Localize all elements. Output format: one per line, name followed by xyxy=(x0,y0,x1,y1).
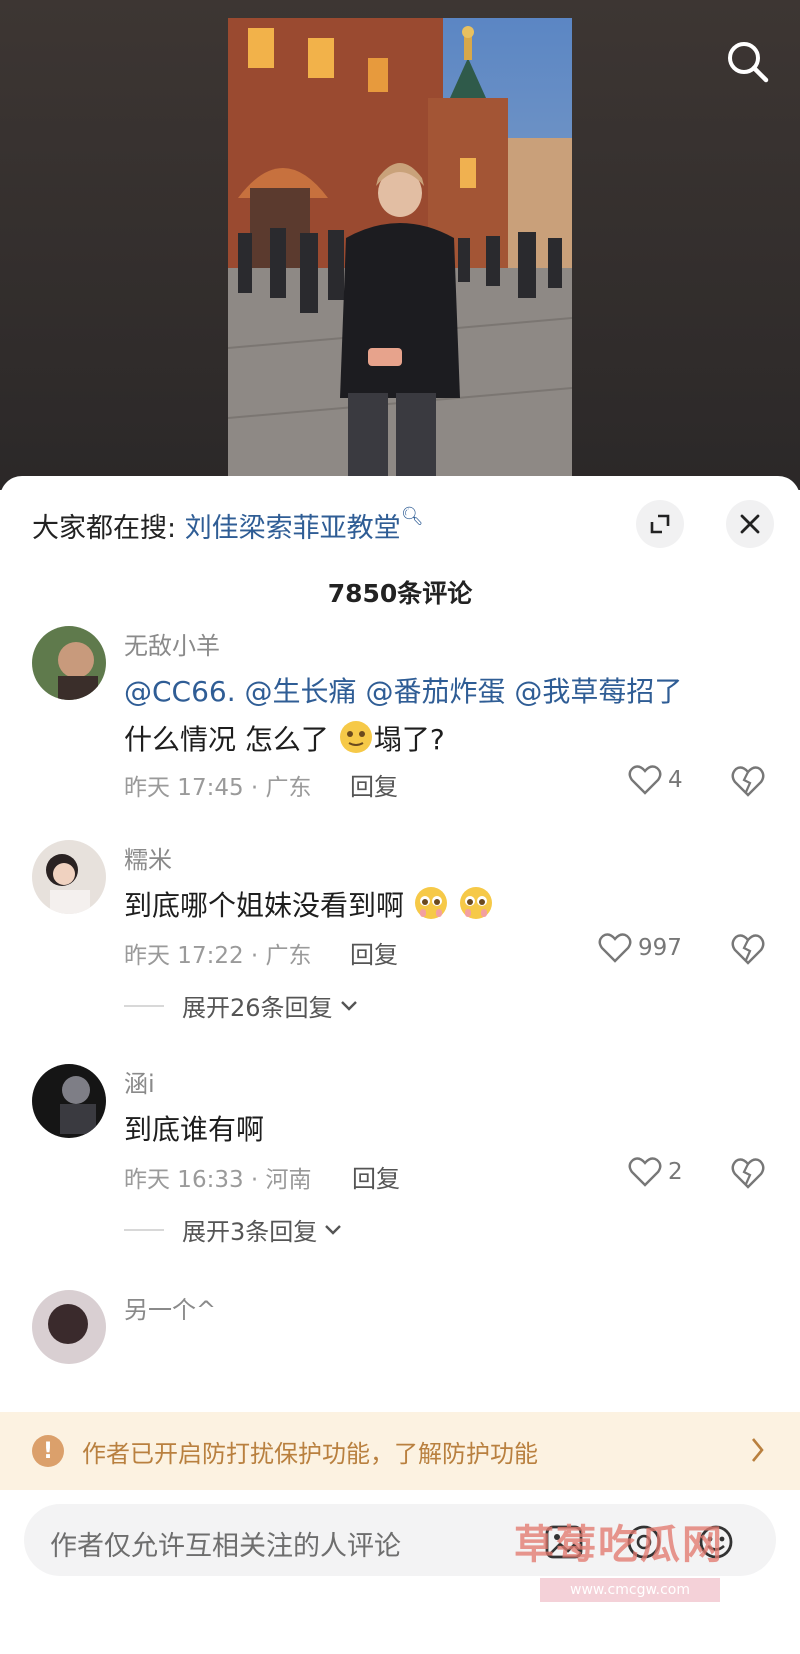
comment-text-tail: 塌了? xyxy=(373,723,445,756)
pleading-face-emoji-icon xyxy=(414,887,447,919)
comment-count: 7850条评论 xyxy=(327,579,473,608)
heart-icon xyxy=(598,933,632,963)
comment-text-main: 到底哪个姐妹没看到啊 xyxy=(124,889,405,922)
avatar-image xyxy=(32,840,106,914)
expand-replies-button[interactable]: 展开26条回复 xyxy=(124,988,359,1023)
comment-text-main: 什么情况 怎么了 xyxy=(124,723,329,756)
close-sheet-button[interactable] xyxy=(726,500,774,548)
pleading-face-emoji-icon xyxy=(459,887,492,919)
site-watermark-url: www.cmcgw.com xyxy=(540,1578,720,1602)
emoji-picker-icon[interactable] xyxy=(696,1524,736,1560)
hot-search-prefix: 大家都在搜: xyxy=(32,513,185,544)
comment-username[interactable]: 另一个^ xyxy=(124,1290,216,1325)
comment-text: 到底谁有啊 xyxy=(124,1113,265,1146)
comment-meta: 昨天 16:33 · 河南 xyxy=(124,1167,312,1193)
chevron-down-icon xyxy=(325,1224,342,1235)
comment-username[interactable]: 无敌小羊 xyxy=(124,626,220,661)
reply-button[interactable]: 回复 xyxy=(350,935,398,970)
chevron-right-icon xyxy=(751,1438,764,1462)
comment-text: 什么情况 怎么了 塌了? xyxy=(124,718,445,758)
input-placeholder: 作者仅允许互相关注的人评论 xyxy=(50,1531,401,1562)
video-background xyxy=(0,0,800,490)
avatar-image xyxy=(32,1064,106,1138)
cathedral-photo-illustration xyxy=(228,18,572,478)
expand-replies-label: 展开26条回复 xyxy=(182,994,333,1022)
reply-button[interactable]: 回复 xyxy=(350,767,398,802)
mention-link[interactable]: @番茄炸蛋 xyxy=(365,675,505,708)
heart-icon xyxy=(628,1157,662,1187)
hot-search-link[interactable]: 刘佳梁索菲亚教堂 xyxy=(185,513,401,544)
comment-username[interactable]: 糯米 xyxy=(124,840,172,875)
mention-link[interactable]: @生长痛 xyxy=(245,675,357,708)
broken-heart-icon[interactable] xyxy=(730,1156,766,1190)
avatar[interactable] xyxy=(32,840,106,914)
expand-icon xyxy=(650,514,670,534)
image-icon[interactable] xyxy=(544,1524,584,1560)
divider-dash xyxy=(124,1228,164,1231)
comment-text: 到底哪个姐妹没看到啊 xyxy=(124,884,494,924)
like-button[interactable]: 2 xyxy=(628,1156,683,1188)
comment-meta: 昨天 17:45 · 广东 xyxy=(124,775,312,801)
dizzy-face-emoji-icon xyxy=(339,721,372,753)
comment-username[interactable]: 涵i xyxy=(124,1064,155,1099)
avatar-image xyxy=(32,626,106,700)
avatar-image xyxy=(32,1290,106,1364)
divider-dash xyxy=(124,1004,164,1007)
protection-banner[interactable]: ! 作者已开启防打扰保护功能，了解防护功能 xyxy=(0,1412,800,1490)
expand-replies-button[interactable]: 展开3条回复 xyxy=(124,1212,343,1247)
like-button[interactable]: 4 xyxy=(628,764,683,796)
expand-sheet-button[interactable] xyxy=(636,500,684,548)
comment-mentions: @CC66. @生长痛 @番茄炸蛋 @我草莓招了 xyxy=(124,670,682,710)
info-icon: ! xyxy=(32,1435,64,1467)
search-button[interactable] xyxy=(724,38,772,86)
post-photo[interactable] xyxy=(228,18,572,478)
broken-heart-icon[interactable] xyxy=(730,932,766,966)
at-mention-icon[interactable] xyxy=(624,1524,664,1560)
hot-search-row: 大家都在搜: 刘佳梁索菲亚教堂🔍︎ xyxy=(32,506,424,545)
broken-heart-icon[interactable] xyxy=(730,764,766,798)
reply-button[interactable]: 回复 xyxy=(352,1159,400,1194)
avatar[interactable] xyxy=(32,1290,106,1364)
heart-icon xyxy=(628,765,662,795)
banner-text: 作者已开启防打扰保护功能，了解防护功能 xyxy=(82,1439,538,1468)
avatar[interactable] xyxy=(32,1064,106,1138)
expand-replies-label: 展开3条回复 xyxy=(182,1218,318,1246)
mention-link[interactable]: @我草莓招了 xyxy=(514,675,682,708)
mention-link[interactable]: @CC66. xyxy=(124,675,236,708)
like-count: 997 xyxy=(638,935,682,961)
chevron-down-icon xyxy=(340,1000,357,1011)
like-count: 2 xyxy=(668,1159,683,1185)
like-count: 4 xyxy=(668,767,683,793)
comment-input[interactable]: 作者仅允许互相关注的人评论 xyxy=(24,1504,776,1576)
comment-meta: 昨天 17:22 · 广东 xyxy=(124,943,312,969)
search-icon xyxy=(728,42,769,83)
comment-input-bar: 作者仅允许互相关注的人评论 草莓吃瓜网 www.cmcgw.com xyxy=(0,1490,800,1654)
avatar[interactable] xyxy=(32,626,106,700)
search-small-icon: 🔍︎ xyxy=(400,506,424,527)
like-button[interactable]: 997 xyxy=(598,932,682,964)
close-icon xyxy=(740,514,760,534)
